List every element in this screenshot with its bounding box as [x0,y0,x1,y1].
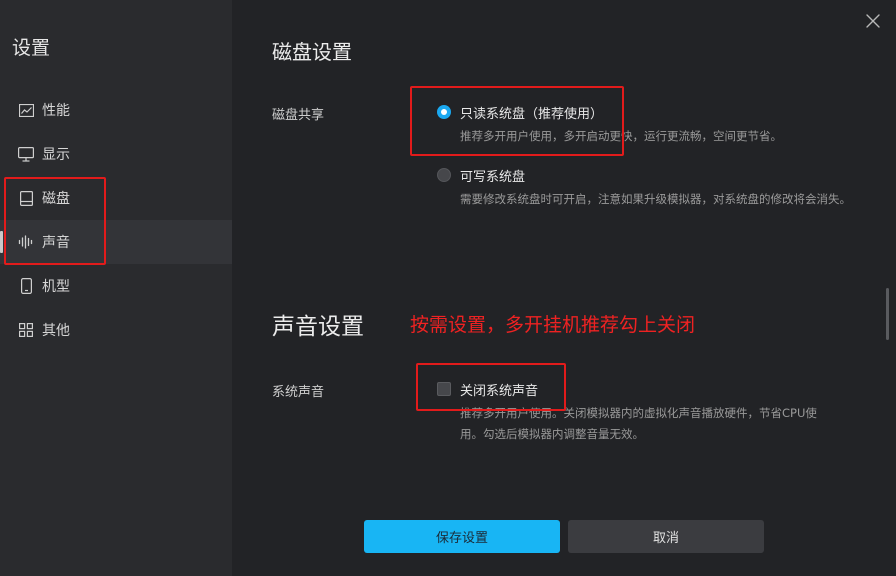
sidebar-item-label: 性能 [42,103,70,119]
sidebar-item-label: 声音 [42,235,70,251]
settings-sidebar: 设置 性能 显示 磁盘 声音 机型 其他 [0,0,232,576]
annotation-text: 按需设置，多开挂机推荐勾上关闭 [410,314,696,336]
sidebar-item-label: 机型 [42,279,70,295]
sidebar-item-performance[interactable]: 性能 [0,88,232,132]
performance-icon [18,102,34,118]
disk-settings-title: 磁盘设置 [272,40,352,64]
phone-icon [18,278,34,294]
mute-system-sound-label[interactable]: 关闭系统声音 [460,380,538,399]
sound-settings-title: 声音设置 [272,314,364,340]
scrollbar-thumb[interactable] [886,288,889,340]
sound-icon [18,234,34,250]
sidebar-item-display[interactable]: 显示 [0,132,232,176]
sidebar-item-label: 显示 [42,147,70,163]
grid-icon [18,322,34,338]
disk-icon [18,190,34,206]
sidebar-item-label: 其他 [42,323,70,339]
writable-disk-desc: 需要修改系统盘时可开启，注意如果升级模拟器，对系统盘的修改将会消失。 [460,192,851,206]
mute-system-sound-checkbox[interactable] [437,382,451,396]
sidebar-item-model[interactable]: 机型 [0,264,232,308]
sidebar-title: 设置 [12,37,51,59]
writable-disk-option-label[interactable]: 可写系统盘 [460,166,525,185]
readonly-disk-option-label[interactable]: 只读系统盘（推荐使用） [460,103,603,122]
disk-share-label: 磁盘共享 [272,108,325,123]
active-indicator [0,231,3,253]
readonly-disk-desc: 推荐多开用户使用，多开启动更快，运行更流畅，空间更节省。 [460,129,782,143]
sidebar-item-other[interactable]: 其他 [0,308,232,352]
sidebar-item-disk[interactable]: 磁盘 [0,176,232,220]
settings-content: 磁盘设置 磁盘共享 只读系统盘（推荐使用） 推荐多开用户使用，多开启动更快，运行… [232,0,896,576]
sidebar-item-sound[interactable]: 声音 [0,220,232,264]
sidebar-item-label: 磁盘 [42,191,70,207]
monitor-icon [18,146,34,162]
cancel-button[interactable]: 取消 [568,520,764,553]
system-sound-label: 系统声音 [272,385,325,400]
mute-system-sound-desc: 推荐多开用户使用。关闭模拟器内的虚拟化声音播放硬件，节省CPU使用。勾选后模拟器… [460,406,817,441]
save-settings-button[interactable]: 保存设置 [364,520,560,553]
writable-disk-radio[interactable] [437,168,451,182]
readonly-disk-radio[interactable] [437,105,451,119]
